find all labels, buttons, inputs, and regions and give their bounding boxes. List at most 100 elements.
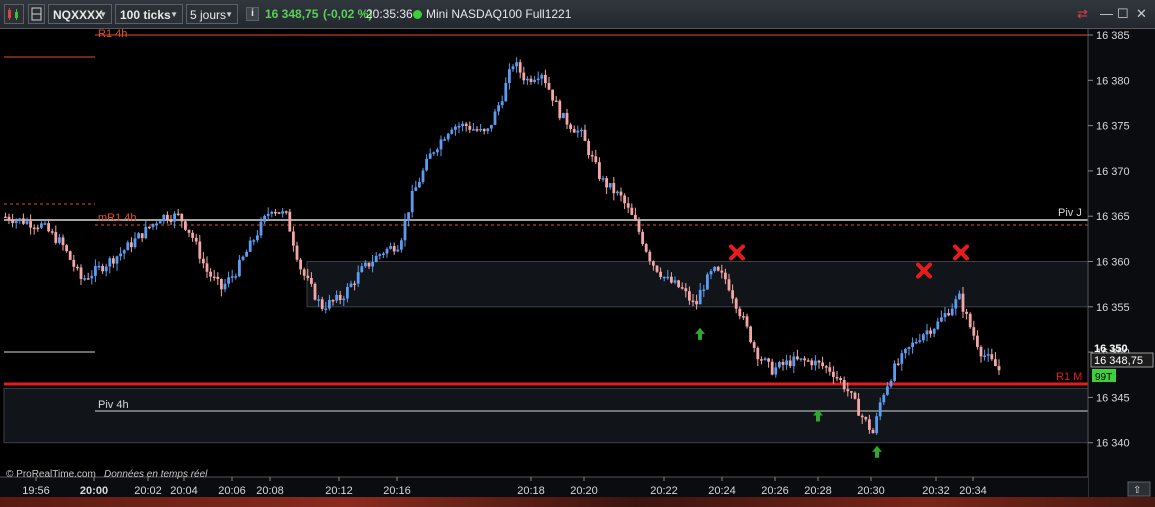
candle-body bbox=[140, 233, 144, 239]
candle-body bbox=[605, 178, 608, 188]
candle-body bbox=[778, 362, 781, 368]
symbol-label: NQXXXX bbox=[53, 8, 104, 22]
symbol-select[interactable]: NQXXXX ▼ bbox=[48, 4, 112, 24]
candle-body bbox=[256, 235, 259, 241]
close-icon[interactable]: ✕ bbox=[1136, 6, 1147, 22]
candle-body bbox=[137, 233, 140, 239]
candle-body bbox=[382, 253, 385, 256]
candle-body bbox=[302, 269, 306, 276]
candle-body bbox=[770, 361, 774, 375]
candle-body bbox=[767, 358, 770, 362]
candle-body bbox=[691, 300, 695, 303]
sync-icon[interactable]: ⇄ bbox=[1077, 6, 1088, 22]
candle-body bbox=[634, 214, 637, 221]
candle-body bbox=[745, 316, 749, 327]
candle-body bbox=[7, 216, 11, 221]
x-tick-label: 20:34 bbox=[959, 485, 987, 497]
candle-body bbox=[338, 294, 342, 301]
candle-body bbox=[234, 276, 238, 278]
candle-body bbox=[425, 158, 428, 171]
candle-body bbox=[176, 213, 180, 216]
maximize-icon[interactable]: ☐ bbox=[1117, 6, 1129, 22]
candle-body bbox=[806, 360, 810, 362]
candle-body bbox=[518, 62, 522, 73]
candle-body bbox=[162, 214, 166, 222]
candle-body bbox=[508, 69, 511, 83]
chart-type-button[interactable] bbox=[4, 4, 24, 24]
x-tick-label: 20:00 bbox=[80, 485, 108, 497]
quote-time: 20:35:36 bbox=[366, 7, 413, 21]
candle-body bbox=[583, 129, 587, 142]
candle-body bbox=[655, 265, 659, 272]
candle-body bbox=[29, 221, 32, 228]
candle-body bbox=[122, 250, 126, 254]
candle-body bbox=[238, 259, 241, 277]
candle-body bbox=[695, 300, 698, 305]
candle-body bbox=[360, 266, 364, 273]
candle-body bbox=[331, 300, 335, 302]
candle-body bbox=[11, 220, 14, 223]
candle-body bbox=[126, 242, 130, 251]
candle-body bbox=[328, 300, 331, 309]
candle-body bbox=[220, 279, 223, 290]
x-tick-label: 20:16 bbox=[383, 485, 411, 497]
candle-body bbox=[673, 280, 677, 283]
candle-body bbox=[875, 416, 878, 434]
period-select[interactable]: 5 jours ▼ bbox=[186, 4, 238, 24]
candle-body bbox=[529, 78, 533, 82]
candle-body bbox=[335, 294, 338, 301]
minimize-icon[interactable]: — bbox=[1100, 6, 1113, 22]
candle-body bbox=[270, 211, 274, 214]
candle-body bbox=[619, 191, 623, 196]
candle-body bbox=[670, 276, 673, 283]
candle-body bbox=[659, 271, 662, 278]
candle-body bbox=[223, 283, 227, 290]
candle-body bbox=[313, 283, 317, 300]
candle-body bbox=[626, 203, 630, 208]
instrument-name: Mini NASDAQ100 Full1221 bbox=[426, 7, 572, 21]
candle-body bbox=[796, 356, 799, 360]
candle-body bbox=[97, 265, 101, 268]
x-tick-label: 20:32 bbox=[922, 485, 950, 497]
x-tick-label: 20:26 bbox=[761, 485, 789, 497]
candle-body bbox=[752, 342, 756, 348]
candle-body bbox=[947, 313, 950, 316]
candle-body bbox=[72, 259, 76, 267]
candle-body bbox=[896, 363, 900, 366]
candle-body bbox=[4, 216, 7, 219]
candle-body bbox=[886, 386, 889, 395]
chevron-down-icon: ▼ bbox=[225, 10, 233, 19]
settings-button[interactable] bbox=[28, 4, 45, 24]
ticks-select[interactable]: 100 ticks ▼ bbox=[115, 4, 183, 24]
candle-body bbox=[493, 111, 497, 125]
level-label-mr1-4h: mR1 4h bbox=[98, 212, 137, 224]
candle-body bbox=[997, 366, 1001, 371]
candle-body bbox=[428, 153, 432, 159]
candle-body bbox=[637, 220, 641, 232]
candle-body bbox=[284, 211, 288, 213]
candle-body bbox=[36, 227, 40, 230]
candle-body bbox=[403, 220, 407, 241]
candle-body bbox=[104, 266, 108, 272]
candle-body bbox=[187, 229, 191, 233]
candle-body bbox=[702, 289, 706, 291]
candle-body bbox=[130, 242, 133, 248]
candle-body bbox=[14, 220, 18, 223]
x-tick-label: 20:02 bbox=[134, 485, 162, 497]
candle-body bbox=[803, 358, 806, 361]
price-chart[interactable]: 16 385 16 380 16 375 16 370 16 365 16 360 16 3… bbox=[0, 29, 1155, 497]
candle-body bbox=[180, 213, 184, 222]
ticks-label: 100 ticks bbox=[120, 8, 171, 22]
level-label-r1-m: R1 M bbox=[1056, 371, 1082, 383]
candle-body bbox=[407, 212, 410, 221]
info-icon[interactable]: i bbox=[246, 7, 259, 21]
candle-body bbox=[32, 227, 36, 230]
candle-body bbox=[839, 378, 842, 381]
candle-body bbox=[925, 330, 929, 335]
candle-body bbox=[65, 245, 68, 252]
candle-body bbox=[590, 154, 594, 157]
candle-body bbox=[281, 211, 284, 214]
candle-body bbox=[565, 112, 569, 125]
y-tick-label: 16 355 bbox=[1096, 302, 1130, 314]
candle-body bbox=[148, 226, 151, 229]
